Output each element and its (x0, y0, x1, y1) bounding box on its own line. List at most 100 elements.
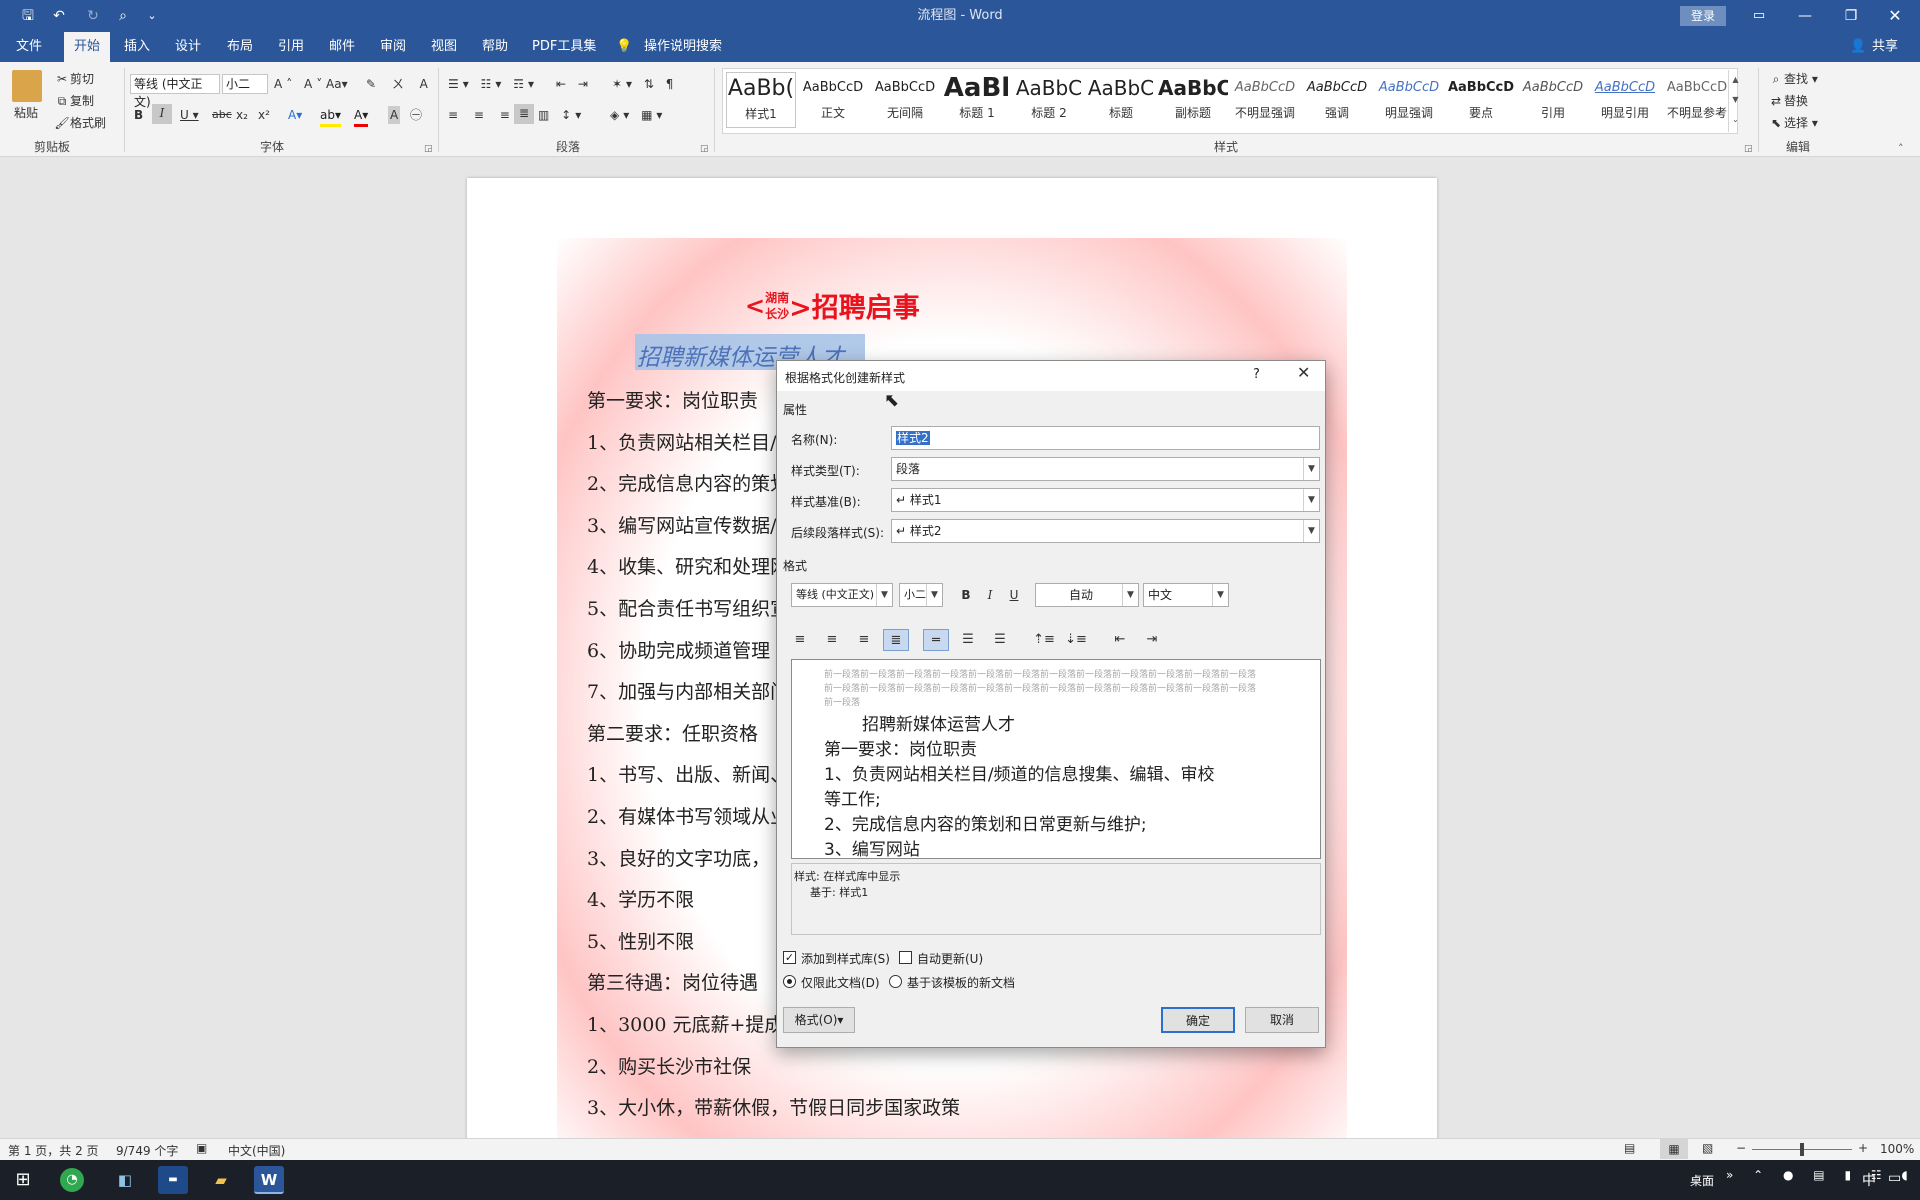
word-taskbar-icon[interactable]: W (254, 1166, 284, 1194)
tab-insert[interactable]: 插入 (118, 32, 156, 62)
tab-home[interactable]: 开始 (64, 32, 111, 62)
paste-button[interactable]: 粘贴 (14, 104, 38, 122)
tab-design[interactable]: 设计 (169, 32, 207, 62)
style-item[interactable]: AaBbCcD 明显引用 (1590, 72, 1660, 128)
zoom-level[interactable]: 100% (1880, 1142, 1914, 1156)
select-button[interactable]: 选择 (1784, 116, 1808, 130)
minimize-icon[interactable]: — (1790, 0, 1820, 32)
justify-icon[interactable]: ≣ (514, 104, 534, 124)
style-item[interactable]: AaBbCcD 明显强调 (1374, 72, 1444, 128)
dialog-close-icon[interactable]: ✕ (1297, 363, 1310, 382)
app-icon-dark[interactable]: ▬ (158, 1166, 188, 1194)
style-item[interactable]: AaBbCcD 正文 (798, 72, 868, 128)
ime-indicator[interactable]: 中 (1862, 1170, 1876, 1190)
copy-button[interactable]: 复制 (70, 94, 94, 108)
share-button[interactable]: 共享 (1866, 32, 1904, 62)
cut-button[interactable]: 剪切 (70, 72, 94, 86)
style-type-select[interactable]: 段落 ▼ (891, 457, 1320, 481)
dialog-italic-icon[interactable]: I (977, 584, 1003, 606)
style-item[interactable]: AaBbCcD 强调 (1302, 72, 1372, 128)
font-grow-shrink-icons[interactable]: A˄ A˅ (274, 75, 326, 93)
save-icon[interactable]: 🖫 (16, 0, 40, 32)
strikethrough-icon[interactable]: abc (212, 106, 232, 124)
dialog-underline-icon[interactable]: U (1001, 584, 1027, 606)
style-item[interactable]: AaBbCcD 要点 (1446, 72, 1516, 128)
tab-review[interactable]: 审阅 (374, 32, 412, 62)
dialog-color-select[interactable]: 自动 ▼ (1035, 583, 1139, 607)
word-count[interactable]: 9/749 个字 (116, 1142, 178, 1159)
undo-icon[interactable]: ↶ (46, 0, 72, 32)
language-status[interactable]: 中文(中国) (228, 1142, 285, 1159)
align-left-icon[interactable]: ≡ (787, 629, 813, 651)
cancel-button[interactable]: 取消 (1245, 1007, 1319, 1033)
gallery-scroll-icons[interactable]: ▲ ▼ ⌄ (1728, 70, 1742, 132)
proofing-icon[interactable]: ▣ (196, 1141, 207, 1155)
shading-border-icons[interactable]: ◈▾ ▦▾ (610, 106, 666, 124)
tab-layout[interactable]: 布局 (221, 32, 259, 62)
decrease-para-spacing-icon[interactable]: ⇣≡ (1063, 629, 1089, 651)
auto-update-checkbox[interactable] (899, 951, 912, 964)
style-item[interactable]: AaBbC 标题 2 (1014, 72, 1084, 128)
align-center-icon[interactable]: ≡ (819, 629, 845, 651)
increase-indent-icon[interactable]: ⇥ (1139, 629, 1165, 651)
increase-para-spacing-icon[interactable]: ⇡≡ (1031, 629, 1057, 651)
app-icon-green[interactable]: ◔ (60, 1168, 84, 1192)
align-icons[interactable]: ≡ ≡ ≡ (448, 106, 516, 124)
tab-file[interactable]: 文件 (10, 32, 48, 62)
notification-icon[interactable]: ▭ (1888, 1170, 1901, 1186)
styles-dialog-launcher-icon[interactable]: ◲ (1744, 144, 1753, 154)
close-icon[interactable]: ✕ (1880, 0, 1910, 32)
find-button[interactable]: 查找 (1784, 72, 1808, 86)
align-justify-icon[interactable]: ≣ (883, 629, 909, 651)
format-painter-button[interactable]: 格式刷 (70, 116, 106, 130)
decrease-indent-icon[interactable]: ⇤ (1107, 629, 1133, 651)
collapse-ribbon-icon[interactable]: ˄ (1898, 142, 1904, 155)
ok-button[interactable]: 确定 (1161, 1007, 1235, 1033)
dialog-font-select[interactable]: 等线 (中文正文) ▼ (791, 583, 893, 607)
font-color-icon[interactable]: A▾ (354, 106, 369, 127)
style-item[interactable]: AaBbC 标题 (1086, 72, 1156, 128)
ribbon-display-icon[interactable]: ▭ (1746, 0, 1772, 32)
italic-icon[interactable]: I (152, 104, 172, 124)
bold-icon[interactable]: B (134, 106, 143, 124)
print-layout-icon[interactable]: ▦ (1660, 1139, 1688, 1159)
list-icons[interactable]: ☰▾ ☷▾ ☶▾ (448, 75, 538, 93)
app-icon-blue[interactable]: ◧ (110, 1166, 140, 1194)
read-mode-icon[interactable]: ▤ (1624, 1141, 1635, 1155)
dialog-size-select[interactable]: 小二 ▼ (899, 583, 943, 607)
highlight-icon[interactable]: ab▾ (320, 106, 341, 127)
next-style-select[interactable]: ↵ 样式2 ▼ (891, 519, 1320, 543)
style-item[interactable]: AaBbCcD 不明显参考 (1662, 72, 1732, 128)
replace-button[interactable]: 替换 (1784, 94, 1808, 108)
template-radio[interactable] (889, 975, 902, 988)
underline-icon[interactable]: U ▾ (180, 106, 199, 124)
tab-references[interactable]: 引用 (272, 32, 310, 62)
web-layout-icon[interactable]: ▧ (1702, 1141, 1713, 1155)
style-item[interactable]: AaBbCcD 不明显强调 (1230, 72, 1300, 128)
tab-help[interactable]: 帮助 (476, 32, 514, 62)
style-item[interactable]: AaBb(样式1 (726, 72, 796, 128)
style-item[interactable]: AaBbCcD 无间隔 (870, 72, 940, 128)
clear-format-icons[interactable]: ✎ ㄨ A (366, 75, 434, 93)
indent-icons[interactable]: ⇤ ⇥ (556, 75, 592, 93)
dialog-help-button[interactable]: ? (1253, 367, 1260, 382)
dialog-language-select[interactable]: 中文 ▼ (1143, 583, 1229, 607)
tab-pdf-tools[interactable]: PDF工具集 (526, 32, 602, 62)
sort-icons[interactable]: ✶▾ ⇅ ¶ (612, 75, 677, 93)
based-on-select[interactable]: ↵ 样式1 ▼ (891, 488, 1320, 512)
tab-view[interactable]: 视图 (425, 32, 463, 62)
font-name-combo[interactable]: 等线 (中文正文) (130, 74, 220, 109)
one-half-spacing-icon[interactable]: ☰ (955, 629, 981, 651)
page-count[interactable]: 第 1 页，共 2 页 (8, 1142, 99, 1159)
align-right-icon[interactable]: ≡ (851, 629, 877, 651)
style-item[interactable]: AaBl 标题 1 (942, 72, 1012, 128)
style-item[interactable]: AaBbC 副标题 (1158, 72, 1228, 128)
zoom-in-icon[interactable]: + (1858, 1141, 1868, 1155)
desktop-toolbar[interactable]: 桌面 (1690, 1172, 1714, 1189)
redo-icon[interactable]: ↻ (82, 0, 104, 32)
login-button[interactable]: 登录 (1680, 6, 1726, 26)
dialog-bold-icon[interactable]: B (953, 584, 979, 606)
restore-icon[interactable]: ❐ (1836, 0, 1866, 32)
paragraph-dialog-launcher-icon[interactable]: ◲ (700, 144, 709, 154)
font-size-combo[interactable]: 小二 (222, 74, 268, 94)
